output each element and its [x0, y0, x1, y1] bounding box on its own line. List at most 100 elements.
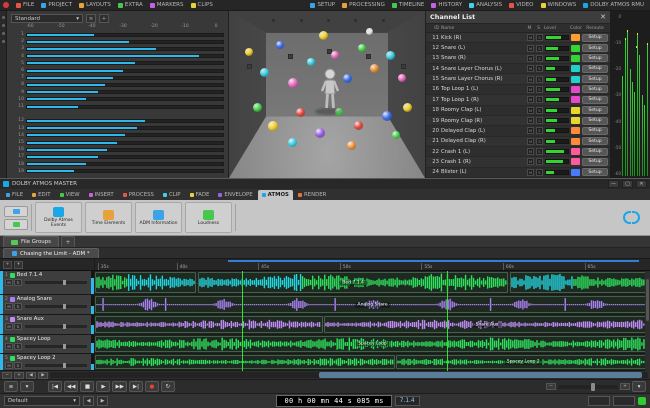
channel-color-swatch[interactable]	[571, 117, 580, 124]
solo-toggle[interactable]: S	[536, 127, 543, 134]
mute-toggle[interactable]: M	[527, 117, 534, 124]
audio-object-ball[interactable]	[253, 103, 262, 112]
mute-button[interactable]: M	[5, 323, 13, 330]
track-header[interactable]: 2Analog SnareMS	[0, 295, 95, 314]
track-header[interactable]: 5Spacey Loop 2MS	[0, 354, 95, 370]
solo-toggle[interactable]: S	[536, 45, 543, 52]
solo-button[interactable]: S	[14, 362, 22, 369]
channel-row[interactable]: 21Delayed Clap (R)MSSetup	[426, 137, 610, 147]
menu-item-history[interactable]: HISTORY	[428, 1, 465, 10]
channel-row[interactable]: 12Snare (L)MSSetup	[426, 43, 610, 53]
workspace-dropdown[interactable]: Default ▾	[4, 396, 80, 406]
view-zoom-out-button[interactable]: −	[546, 383, 556, 390]
channel-setup-button[interactable]: Setup	[582, 44, 608, 52]
mute-toggle[interactable]: M	[527, 45, 534, 52]
solo-toggle[interactable]: S	[536, 96, 543, 103]
solo-toggle[interactable]: S	[536, 65, 543, 72]
solo-toggle[interactable]: S	[536, 34, 543, 41]
mute-toggle[interactable]: M	[527, 76, 534, 83]
tab-clip[interactable]: CLIP	[159, 190, 185, 200]
mute-toggle[interactable]: M	[527, 138, 534, 145]
left-toolrail[interactable]	[0, 11, 7, 178]
zoom-out-button[interactable]: −	[2, 372, 12, 379]
audio-object-ball[interactable]	[382, 111, 392, 121]
solo-button[interactable]: S	[14, 303, 22, 310]
channel-color-swatch[interactable]	[571, 45, 580, 52]
tab-atmos[interactable]: ATMOS	[258, 190, 293, 200]
dolby-atmos-events-button[interactable]: Dolby Atmos Events	[35, 202, 82, 234]
channel-color-swatch[interactable]	[571, 96, 580, 103]
close-button[interactable]: ✕	[636, 180, 647, 188]
audio-clip[interactable]: Snare Aux	[324, 316, 650, 333]
zoom-in-button[interactable]: +	[14, 372, 24, 379]
view-zoom-in-button[interactable]: +	[620, 383, 630, 390]
track-lane[interactable]: Analog Snare	[95, 295, 650, 314]
solo-toggle[interactable]: S	[536, 169, 543, 176]
horizontal-scrollbar[interactable]	[50, 372, 648, 378]
track-lane[interactable]: Spacey Loop 2	[95, 354, 650, 370]
audio-object-ball[interactable]	[386, 51, 395, 60]
menu-item-markers[interactable]: MARKERS	[147, 1, 187, 10]
meter-preset-dropdown[interactable]: Standard ▾	[11, 14, 83, 23]
solo-toggle[interactable]: S	[536, 148, 543, 155]
channel-row[interactable]: 23Crash 1 (R)MSSetup	[426, 157, 610, 167]
mute-button[interactable]: M	[5, 362, 13, 369]
audio-clip[interactable]	[95, 316, 323, 333]
solo-toggle[interactable]: S	[536, 138, 543, 145]
menu-item-windows[interactable]: WINDOWS	[538, 1, 580, 10]
track-volume-fader[interactable]	[25, 345, 87, 348]
track-volume-fader[interactable]	[25, 281, 87, 284]
audio-object-ball[interactable]	[347, 141, 356, 150]
zoom-slider[interactable]	[558, 385, 618, 389]
mute-toggle[interactable]: M	[527, 107, 534, 114]
tab-edit[interactable]: EDIT	[28, 190, 54, 200]
menu-item-dolby-atmos-rmu[interactable]: DOLBY ATMOS RMU	[580, 1, 647, 10]
channel-row[interactable]: 11Kick (R)MSSetup	[426, 33, 610, 43]
audio-object-ball[interactable]	[288, 78, 298, 88]
tab-envelope[interactable]: ENVELOPE	[214, 190, 256, 200]
track-options-button[interactable]: ▾	[14, 261, 23, 269]
tab-render[interactable]: RENDER	[294, 190, 331, 200]
project-tab[interactable]: Chasing the Limit - ADM *	[3, 248, 99, 258]
channel-setup-button[interactable]: Setup	[582, 96, 608, 104]
channel-color-swatch[interactable]	[571, 169, 580, 176]
listener-figure[interactable]	[319, 68, 341, 114]
channel-row[interactable]: 17Top Loop 1 (R)MSSetup	[426, 95, 610, 105]
solo-button[interactable]: S	[14, 343, 22, 350]
rewind-button[interactable]: ◀◀	[64, 381, 78, 392]
channel-setup-button[interactable]: Setup	[582, 75, 608, 83]
prev-marker-button[interactable]: ◀	[83, 396, 94, 406]
close-icon[interactable]: ✕	[600, 13, 606, 21]
channel-row[interactable]: 24Blister (L)MSSetup	[426, 168, 610, 178]
channel-color-swatch[interactable]	[571, 107, 580, 114]
channel-row[interactable]: 16Top Loop 1 (L)MSSetup	[426, 85, 610, 95]
track-volume-fader[interactable]	[25, 364, 87, 367]
file-groups-tab[interactable]: File Groups	[3, 236, 59, 247]
meter-add-button[interactable]: +	[99, 14, 109, 23]
play-button[interactable]: ▶	[96, 381, 110, 392]
solo-button[interactable]: S	[14, 279, 22, 286]
audio-object-ball[interactable]	[392, 131, 400, 139]
tab-file[interactable]: FILE	[2, 190, 27, 200]
mute-toggle[interactable]: M	[527, 169, 534, 176]
track-header[interactable]: 3Snare AuxMS	[0, 315, 95, 334]
channel-setup-button[interactable]: Setup	[582, 85, 608, 93]
ribbon-quick-button-2[interactable]	[4, 219, 28, 230]
monitor-format-display[interactable]: 7.1.4	[395, 396, 420, 406]
channel-color-swatch[interactable]	[571, 65, 580, 72]
menu-item-project[interactable]: PROJECT	[38, 1, 75, 10]
channel-color-swatch[interactable]	[571, 86, 580, 93]
mute-toggle[interactable]: M	[527, 65, 534, 72]
channel-setup-button[interactable]: Setup	[582, 137, 608, 145]
mute-button[interactable]: M	[5, 303, 13, 310]
channel-color-swatch[interactable]	[571, 55, 580, 62]
menu-item-clips[interactable]: CLIPS	[188, 1, 216, 10]
transport-menu-button[interactable]: ≡	[4, 381, 18, 392]
menu-item-video[interactable]: VIDEO	[506, 1, 536, 10]
channel-color-swatch[interactable]	[571, 127, 580, 134]
track-lane[interactable]: Bed 7.1.4	[95, 271, 650, 294]
scroll-left-button[interactable]: ◀	[26, 372, 36, 379]
tab-process[interactable]: PROCESS	[119, 190, 158, 200]
channel-setup-button[interactable]: Setup	[582, 106, 608, 114]
channel-setup-button[interactable]: Setup	[582, 148, 608, 156]
